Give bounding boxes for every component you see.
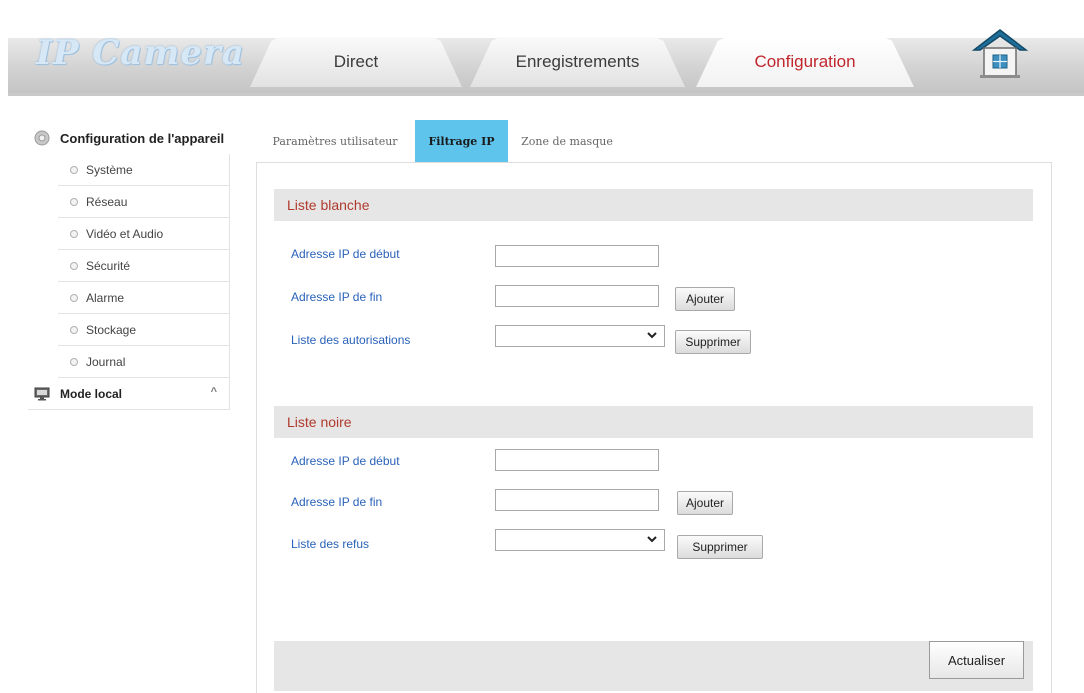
chevron-down-icon (647, 332, 657, 339)
tab-configuration[interactable]: Configuration (696, 37, 914, 87)
whitelist-start-ip-input[interactable] (495, 245, 659, 267)
sidebar-item-label: Sécurité (86, 258, 131, 273)
subtab-mask-zone[interactable]: Zone de masque (512, 120, 622, 162)
collapse-caret-icon[interactable]: ^ (211, 386, 217, 398)
top-header: IP Camera Direct Enregistrements Configu… (0, 0, 1084, 98)
whitelist-end-ip-label: Adresse IP de fin (291, 290, 383, 304)
panel-footer (274, 641, 1033, 691)
whitelist-allow-list-label: Liste des autorisations (291, 333, 411, 347)
sidebar-item-video-audio[interactable]: Vidéo et Audio (58, 218, 230, 250)
blacklist-header: Liste noire (274, 406, 1033, 438)
sidebar: Configuration de l'appareil Système Rése… (28, 122, 230, 410)
sidebar-local-mode-label: Mode local (60, 386, 123, 401)
app-logo: IP Camera (36, 33, 245, 73)
blacklist-deny-list-select[interactable] (495, 529, 665, 551)
whitelist-end-ip-input[interactable] (495, 285, 659, 307)
sidebar-item-label: Système (86, 162, 133, 177)
bullet-icon (70, 229, 78, 238)
tab-configuration-label: Configuration (754, 52, 856, 71)
gear-icon (34, 130, 50, 146)
sidebar-item-storage[interactable]: Stockage (58, 314, 230, 346)
sidebar-item-network[interactable]: Réseau (58, 186, 230, 218)
sidebar-item-label: Alarme (86, 290, 125, 305)
chevron-down-icon (647, 536, 657, 543)
bullet-icon (70, 261, 78, 270)
sidebar-item-label: Journal (86, 354, 126, 369)
whitelist-start-ip-label: Adresse IP de début (291, 247, 400, 261)
whitelist-allow-list-select[interactable] (495, 325, 665, 347)
bullet-icon (70, 325, 78, 334)
header-divider (8, 93, 1084, 96)
bullet-icon (70, 165, 78, 174)
sidebar-local-mode[interactable]: Mode local ^ (28, 378, 230, 410)
sidebar-item-label: Stockage (86, 322, 137, 337)
blacklist-end-ip-input[interactable] (495, 489, 659, 511)
sidebar-item-label: Réseau (86, 194, 128, 209)
whitelist-delete-button[interactable]: Supprimer (675, 330, 751, 354)
sidebar-device-config[interactable]: Configuration de l'appareil (28, 122, 230, 154)
sidebar-item-label: Vidéo et Audio (86, 226, 164, 241)
ip-filter-panel: Liste blanche Adresse IP de début Adress… (256, 162, 1052, 693)
blacklist-delete-button[interactable]: Supprimer (677, 535, 763, 559)
tab-recordings[interactable]: Enregistrements (470, 37, 685, 87)
sidebar-device-config-label: Configuration de l'appareil (60, 130, 225, 146)
tab-direct[interactable]: Direct (250, 37, 462, 87)
bullet-icon (70, 293, 78, 302)
subtab-user-parameters[interactable]: Paramètres utilisateur (260, 120, 410, 162)
bullet-icon (70, 197, 78, 206)
blacklist-start-ip-label: Adresse IP de début (291, 454, 400, 468)
whitelist-header: Liste blanche (274, 189, 1033, 221)
bullet-icon (70, 357, 78, 366)
sidebar-item-alarm[interactable]: Alarme (58, 282, 230, 314)
blacklist-add-button[interactable]: Ajouter (677, 491, 733, 515)
home-button[interactable] (968, 24, 1032, 82)
tab-recordings-label: Enregistrements (515, 52, 640, 71)
home-icon (971, 29, 1029, 78)
blacklist-deny-list-label: Liste des refus (291, 537, 370, 551)
blacklist-end-ip-label: Adresse IP de fin (291, 495, 383, 509)
subtab-ip-filter[interactable]: Filtrage IP (415, 120, 508, 162)
sidebar-item-security[interactable]: Sécurité (58, 250, 230, 282)
monitor-icon (34, 387, 50, 400)
whitelist-add-button[interactable]: Ajouter (675, 287, 735, 311)
sidebar-item-system[interactable]: Système (58, 154, 230, 186)
refresh-button[interactable]: Actualiser (929, 641, 1024, 679)
blacklist-start-ip-input[interactable] (495, 449, 659, 471)
sidebar-item-journal[interactable]: Journal (58, 346, 230, 378)
tab-direct-label: Direct (333, 52, 379, 71)
